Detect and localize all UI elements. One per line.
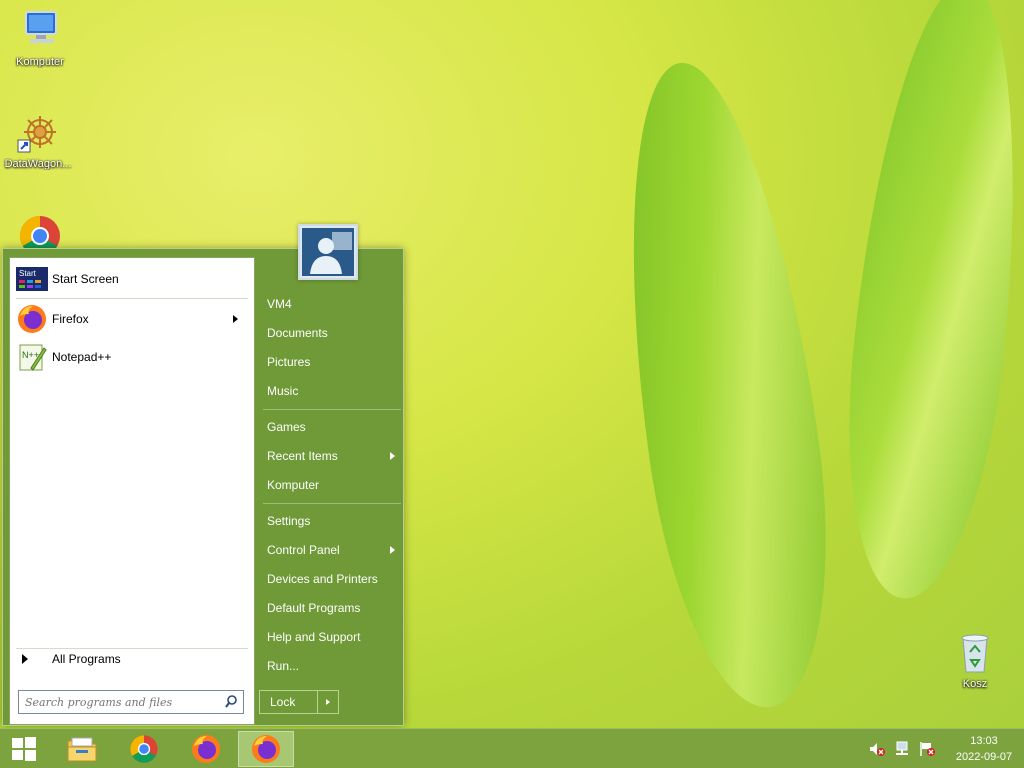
start-button[interactable] xyxy=(0,731,48,767)
notepadpp-icon: N++ xyxy=(16,341,48,373)
taskbar: 13:03 2022-09-07 xyxy=(0,728,1024,768)
shutdown-options-button[interactable] xyxy=(318,691,338,713)
chrome-icon xyxy=(130,735,158,763)
divider xyxy=(16,298,248,299)
file-explorer-icon xyxy=(67,737,97,762)
search-icon[interactable] xyxy=(225,695,237,709)
clock-time: 13:03 xyxy=(970,735,998,747)
search-input[interactable] xyxy=(19,691,215,713)
menu-item-komputer[interactable]: Komputer xyxy=(265,473,399,497)
menu-item-recent-items[interactable]: Recent Items xyxy=(265,444,399,468)
expand-arrow-icon xyxy=(22,654,28,664)
start-item-label: Start Screen xyxy=(52,272,119,286)
taskbar-file-explorer[interactable] xyxy=(54,731,110,767)
user-icon xyxy=(302,228,354,276)
divider xyxy=(263,409,401,410)
submenu-arrow-icon xyxy=(233,315,238,323)
clock[interactable]: 13:03 2022-09-07 xyxy=(944,733,1024,765)
divider xyxy=(263,503,401,504)
start-menu-places-pane: VM4 Documents Pictures Music Games Recen… xyxy=(259,249,405,727)
action-center-flag-icon[interactable] xyxy=(919,741,935,757)
menu-item-settings[interactable]: Settings xyxy=(265,509,399,533)
recycle-bin-icon xyxy=(953,630,997,674)
computer-icon xyxy=(18,8,62,52)
chevron-right-icon xyxy=(326,699,330,705)
datawagon-icon xyxy=(16,110,60,154)
desktop-icon-computer[interactable]: Komputer xyxy=(2,8,78,68)
menu-item-run[interactable]: Run... xyxy=(265,654,399,678)
volume-muted-icon[interactable] xyxy=(869,741,885,757)
submenu-arrow-icon xyxy=(390,546,395,554)
menu-item-pictures[interactable]: Pictures xyxy=(265,350,399,374)
desktop-icon-recycle-bin[interactable]: Kosz xyxy=(937,630,1013,690)
submenu-arrow-icon xyxy=(390,452,395,460)
lock-button[interactable]: Lock xyxy=(259,690,339,714)
desktop-icon-datawagon[interactable]: DataWagon... xyxy=(0,110,76,170)
start-item-start-screen[interactable]: Start Start Screen xyxy=(16,262,248,296)
wallpaper-leaf-left xyxy=(595,51,855,719)
menu-item-control-panel[interactable]: Control Panel xyxy=(265,538,399,562)
divider xyxy=(16,648,248,649)
start-menu-programs-pane: Start Start Screen Firefox N++ Notepad++… xyxy=(9,257,255,725)
user-avatar[interactable] xyxy=(298,224,358,280)
firefox-icon xyxy=(16,303,48,335)
menu-item-documents[interactable]: Documents xyxy=(265,321,399,345)
firefox-icon xyxy=(192,735,220,763)
windows-start-icon xyxy=(12,737,36,761)
system-tray: 13:03 2022-09-07 xyxy=(869,729,1024,768)
svg-text:Start: Start xyxy=(19,269,37,278)
start-item-notepadpp[interactable]: N++ Notepad++ xyxy=(16,340,248,374)
network-icon[interactable] xyxy=(894,741,910,757)
menu-item-default-programs[interactable]: Default Programs xyxy=(265,596,399,620)
taskbar-firefox-active[interactable] xyxy=(238,731,294,767)
menu-item-games[interactable]: Games xyxy=(265,415,399,439)
menu-item-devices-printers[interactable]: Devices and Printers xyxy=(265,567,399,591)
start-menu: Start Start Screen Firefox N++ Notepad++… xyxy=(2,248,404,726)
all-programs-button[interactable]: All Programs xyxy=(18,652,121,666)
clock-date: 2022-09-07 xyxy=(955,751,1013,763)
menu-item-vm4[interactable]: VM4 xyxy=(265,292,399,316)
menu-item-help-support[interactable]: Help and Support xyxy=(265,625,399,649)
search-box[interactable] xyxy=(18,690,244,714)
start-item-firefox[interactable]: Firefox xyxy=(16,302,248,336)
wallpaper-leaf-right xyxy=(828,0,1024,607)
start-item-label: Notepad++ xyxy=(52,350,112,364)
start-screen-icon: Start xyxy=(16,263,48,295)
firefox-icon xyxy=(252,735,280,763)
svg-text:N++: N++ xyxy=(22,350,39,360)
start-item-label: Firefox xyxy=(52,312,89,326)
taskbar-firefox[interactable] xyxy=(178,731,234,767)
taskbar-chrome[interactable] xyxy=(116,731,172,767)
menu-item-music[interactable]: Music xyxy=(265,379,399,403)
